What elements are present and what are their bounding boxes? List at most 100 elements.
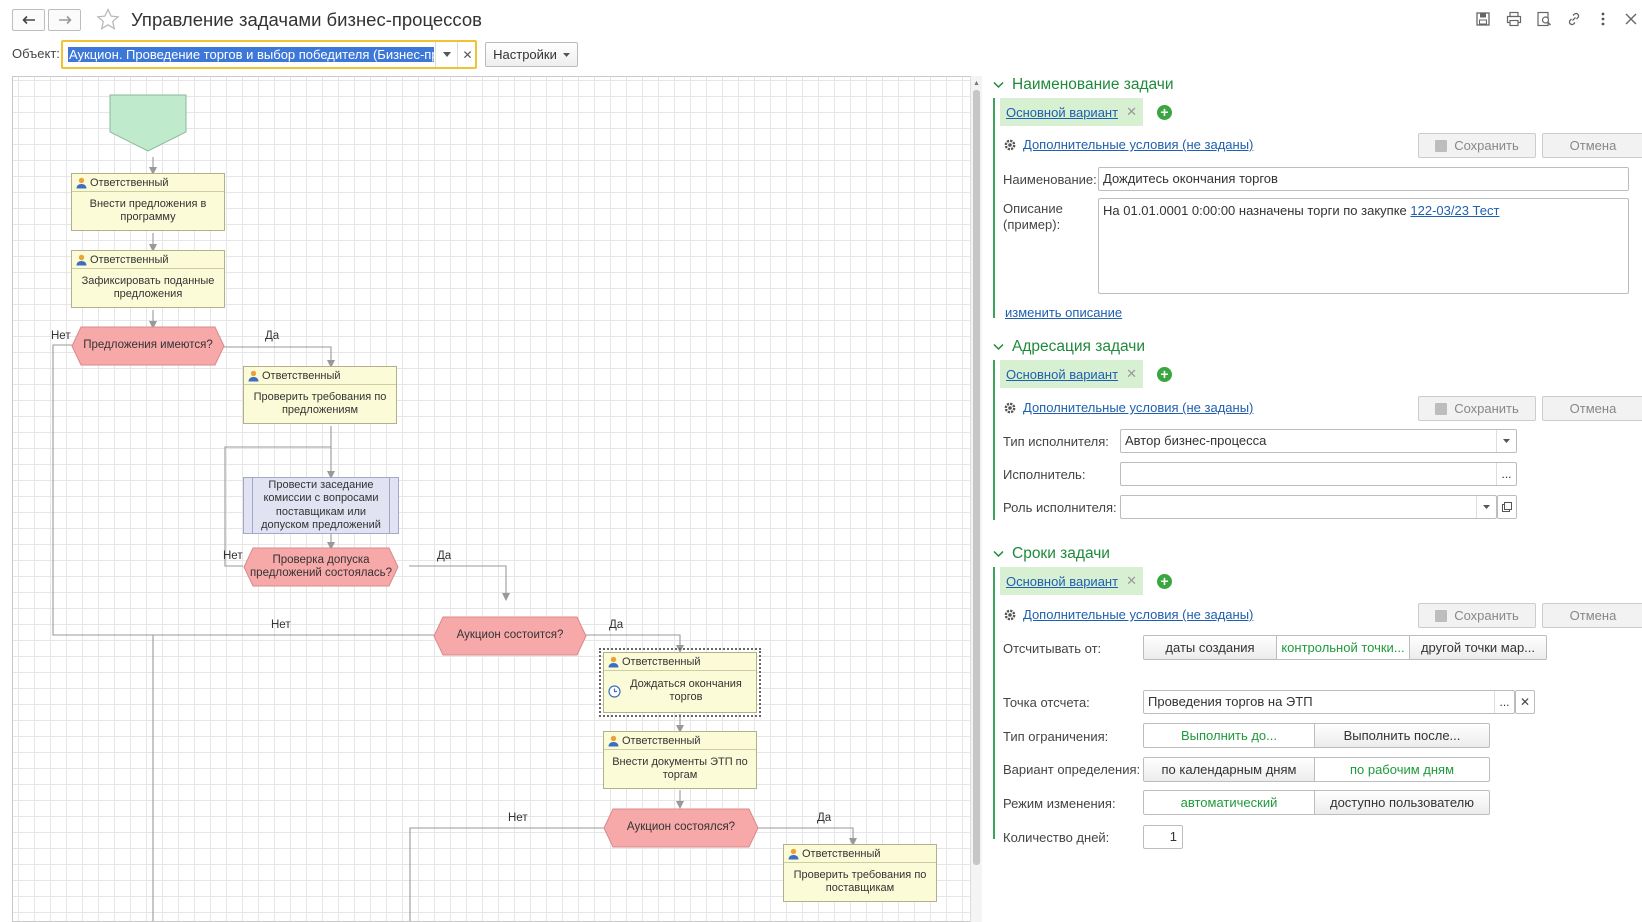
add-variant-icon[interactable]: + (1157, 105, 1172, 120)
option-other-route-point[interactable]: другой точки мар... (1409, 635, 1547, 660)
role-select[interactable] (1120, 495, 1497, 519)
object-dropdown-button[interactable] (435, 42, 457, 67)
save-icon (1435, 402, 1448, 415)
additional-conditions-link[interactable]: Дополнительные условия (не заданы) (1023, 137, 1253, 152)
days-count-input[interactable]: 1 (1143, 825, 1183, 849)
description-field[interactable]: На 01.01.0001 0:00:00 назначены торги по… (1098, 198, 1629, 294)
select-performer-button[interactable]: ... (1496, 463, 1516, 485)
change-mode-switch[interactable]: автоматический доступно пользователю (1143, 790, 1490, 815)
edge-label-no: Нет (51, 330, 71, 342)
start-point[interactable] (109, 94, 187, 152)
object-field[interactable]: Аукцион. Проведение торгов и выбор побед… (61, 40, 477, 69)
condition-block[interactable]: Аукцион состоится? (433, 616, 587, 656)
remove-variant-icon[interactable]: ✕ (1126, 366, 1137, 382)
print-icon[interactable] (1505, 11, 1523, 27)
option-complete-before[interactable]: Выполнить до... (1143, 723, 1315, 748)
task-responsible: Ответственный (90, 253, 169, 266)
task-block[interactable]: Ответственный Проверить требования по пр… (243, 366, 397, 424)
toolbar: Управление задачами бизнес-процессов (0, 0, 1642, 38)
close-icon[interactable] (1622, 11, 1640, 27)
task-text: Внести предложения в программу (89, 197, 207, 223)
link-icon[interactable] (1565, 11, 1583, 27)
performer-type-select[interactable]: Автор бизнес-процесса (1120, 429, 1517, 453)
task-block[interactable]: Ответственный Проверить требования по по… (783, 844, 937, 902)
variant-tab[interactable]: Основной вариант ✕ (1000, 98, 1143, 126)
option-working-days[interactable]: по рабочим дням (1314, 757, 1490, 782)
condition-text: Предложения имеются? (83, 339, 213, 352)
user-icon (248, 370, 259, 381)
change-description-link[interactable]: изменить описание (1005, 305, 1122, 320)
settings-button[interactable]: Настройки (485, 42, 578, 67)
arrow-left-icon (21, 15, 35, 25)
section-deadlines-toggle[interactable]: Сроки задачи (993, 545, 1110, 563)
section-addressing-toggle[interactable]: Адресация задачи (993, 338, 1145, 356)
save-button[interactable]: Сохранить (1418, 603, 1536, 628)
save-button[interactable]: Сохранить (1418, 396, 1536, 421)
count-from-switch[interactable]: даты создания контрольной точки... другой … (1143, 635, 1547, 660)
save-icon[interactable] (1474, 11, 1492, 27)
name-input[interactable]: Дождитесь окончания торгов (1098, 167, 1629, 191)
option-creation-date[interactable]: даты создания (1143, 635, 1277, 660)
gear-icon (1004, 139, 1016, 151)
back-button[interactable] (12, 9, 45, 31)
diagram-scrollbar[interactable]: ▲ (970, 76, 982, 922)
option-calendar-days[interactable]: по календарным дням (1143, 757, 1315, 782)
task-responsible: Ответственный (90, 176, 169, 189)
chevron-down-icon (993, 81, 1004, 89)
condition-text: Проверка допуска предложений состоялась? (249, 553, 393, 579)
favorite-star-icon[interactable] (96, 8, 120, 30)
days-count-label: Количество дней: (1003, 830, 1110, 845)
clear-reference-point-button[interactable]: ✕ (1515, 690, 1535, 714)
scroll-up-icon[interactable]: ▲ (973, 80, 980, 87)
task-block[interactable]: Ответственный Зафиксировать поданные пре… (71, 250, 225, 308)
add-variant-icon[interactable]: + (1157, 574, 1172, 589)
chevron-down-icon[interactable] (1476, 496, 1496, 518)
condition-block[interactable]: Предложения имеются? (71, 326, 225, 366)
variant-link[interactable]: Основной вариант (1006, 367, 1118, 382)
variant-link[interactable]: Основной вариант (1006, 105, 1118, 120)
remove-variant-icon[interactable]: ✕ (1126, 573, 1137, 589)
object-value[interactable]: Аукцион. Проведение торгов и выбор побед… (68, 47, 434, 62)
forward-button[interactable] (48, 9, 81, 31)
option-user-editable[interactable]: доступно пользователю (1314, 790, 1490, 815)
reference-point-label: Точка отсчета: (1003, 695, 1090, 710)
process-diagram[interactable]: Ответственный Внести предложения в прогр… (12, 76, 982, 922)
select-reference-point-button[interactable]: ... (1494, 691, 1514, 713)
definition-variant-switch[interactable]: по календарным дням по рабочим дням (1143, 757, 1490, 782)
clock-icon (608, 685, 621, 698)
scrollbar-thumb[interactable] (973, 90, 980, 865)
limit-type-switch[interactable]: Выполнить до... Выполнить после... (1143, 723, 1490, 748)
variant-tab[interactable]: Основной вариант ✕ (1000, 567, 1143, 595)
cancel-button[interactable]: Отмена (1542, 396, 1642, 421)
additional-conditions-link[interactable]: Дополнительные условия (не заданы) (1023, 400, 1253, 415)
condition-block[interactable]: Аукцион состоялся? (603, 808, 759, 848)
section-title: Сроки задачи (1012, 545, 1110, 562)
save-button[interactable]: Сохранить (1418, 133, 1536, 158)
section-task-name-toggle[interactable]: Наименование задачи (993, 76, 1174, 94)
more-actions-icon[interactable] (1594, 11, 1612, 27)
open-role-button[interactable] (1497, 495, 1517, 519)
purchase-link[interactable]: 122-03/23 Тест (1410, 203, 1499, 218)
performer-input[interactable]: ... (1120, 462, 1517, 486)
cancel-button[interactable]: Отмена (1542, 133, 1642, 158)
option-complete-after[interactable]: Выполнить после... (1314, 723, 1490, 748)
object-clear-button[interactable]: ✕ (457, 42, 477, 67)
subprocess-block[interactable]: Провести заседание комиссии с вопросами … (243, 477, 399, 534)
chevron-down-icon[interactable] (1496, 430, 1516, 452)
task-block[interactable]: Ответственный Внести предложения в прогр… (71, 173, 225, 231)
option-control-point[interactable]: контрольной точки... (1276, 635, 1410, 660)
option-automatic[interactable]: автоматический (1143, 790, 1315, 815)
edge-label-yes: Да (817, 812, 832, 824)
task-block-selected[interactable]: Ответственный Дождаться окончания торгов (599, 648, 761, 717)
add-variant-icon[interactable]: + (1157, 367, 1172, 382)
task-text: Проверить требования по поставщикам (793, 868, 927, 894)
reference-point-input[interactable]: Проведения торгов на ЭТП ... (1143, 690, 1515, 714)
variant-tab[interactable]: Основной вариант ✕ (1000, 360, 1143, 388)
condition-block[interactable]: Проверка допуска предложений состоялась? (243, 547, 399, 587)
task-block[interactable]: Ответственный Внести документы ЭТП по то… (603, 731, 757, 789)
remove-variant-icon[interactable]: ✕ (1126, 104, 1137, 120)
variant-link[interactable]: Основной вариант (1006, 574, 1118, 589)
preview-icon[interactable] (1535, 11, 1553, 27)
additional-conditions-link[interactable]: Дополнительные условия (не заданы) (1023, 607, 1253, 622)
cancel-button[interactable]: Отмена (1542, 603, 1642, 628)
